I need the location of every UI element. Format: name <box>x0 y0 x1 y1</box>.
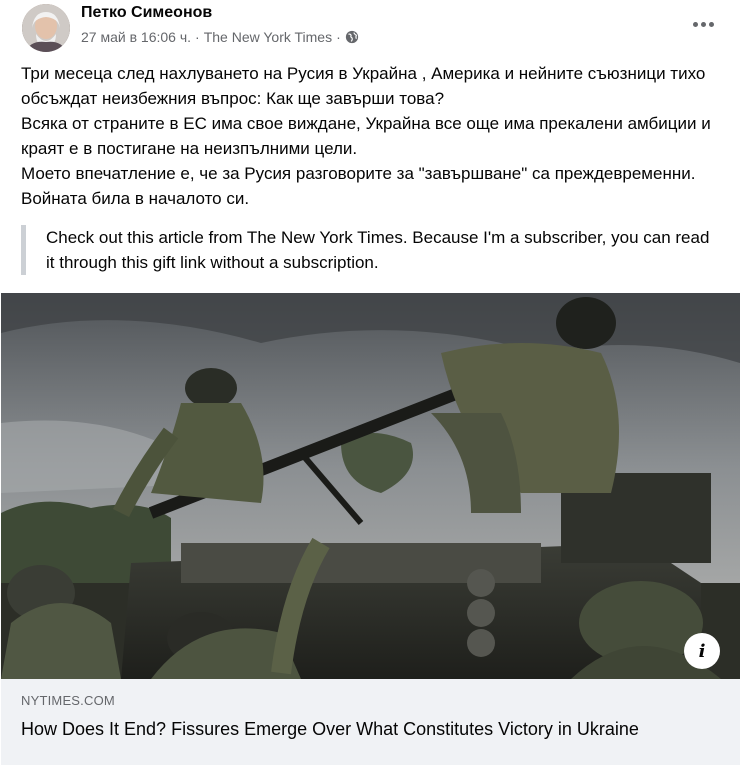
post-card: Петко Симеонов 27 май в 16:06 ч. · The N… <box>0 0 741 765</box>
link-domain: NYTIMES.COM <box>21 693 115 708</box>
post-source: The New York Times <box>203 29 333 45</box>
post-paragraph-1: Три месеца след нахлуването на Русия в У… <box>21 64 706 108</box>
post-paragraph-3: Моето впечатление е, че за Русия разгово… <box>21 164 696 208</box>
post-meta: 27 май в 16:06 ч. · The New York Times · <box>81 29 359 45</box>
link-preview-image[interactable]: i <box>1 293 740 679</box>
post-paragraph-2: Всяка от страните в ЕС има свое виждане,… <box>21 114 711 158</box>
post-body: Три месеца след нахлуването на Русия в У… <box>21 61 721 211</box>
meta-separator: · <box>195 29 200 45</box>
author-name[interactable]: Петко Симеонов <box>81 4 212 22</box>
more-options-icon[interactable] <box>687 12 719 36</box>
globe-icon[interactable] <box>345 30 359 44</box>
link-title[interactable]: How Does It End? Fissures Emerge Over Wh… <box>21 717 721 741</box>
author-avatar[interactable] <box>22 4 70 52</box>
link-preview-card[interactable]: NYTIMES.COM How Does It End? Fissures Em… <box>1 679 740 765</box>
shared-note-quote: Check out this article from The New York… <box>21 225 721 275</box>
post-timestamp[interactable]: 27 май в 16:06 ч. <box>81 29 191 45</box>
post-header: Петко Симеонов 27 май в 16:06 ч. · The N… <box>22 4 741 54</box>
info-icon[interactable]: i <box>684 633 720 669</box>
meta-separator-2: · <box>336 29 341 45</box>
